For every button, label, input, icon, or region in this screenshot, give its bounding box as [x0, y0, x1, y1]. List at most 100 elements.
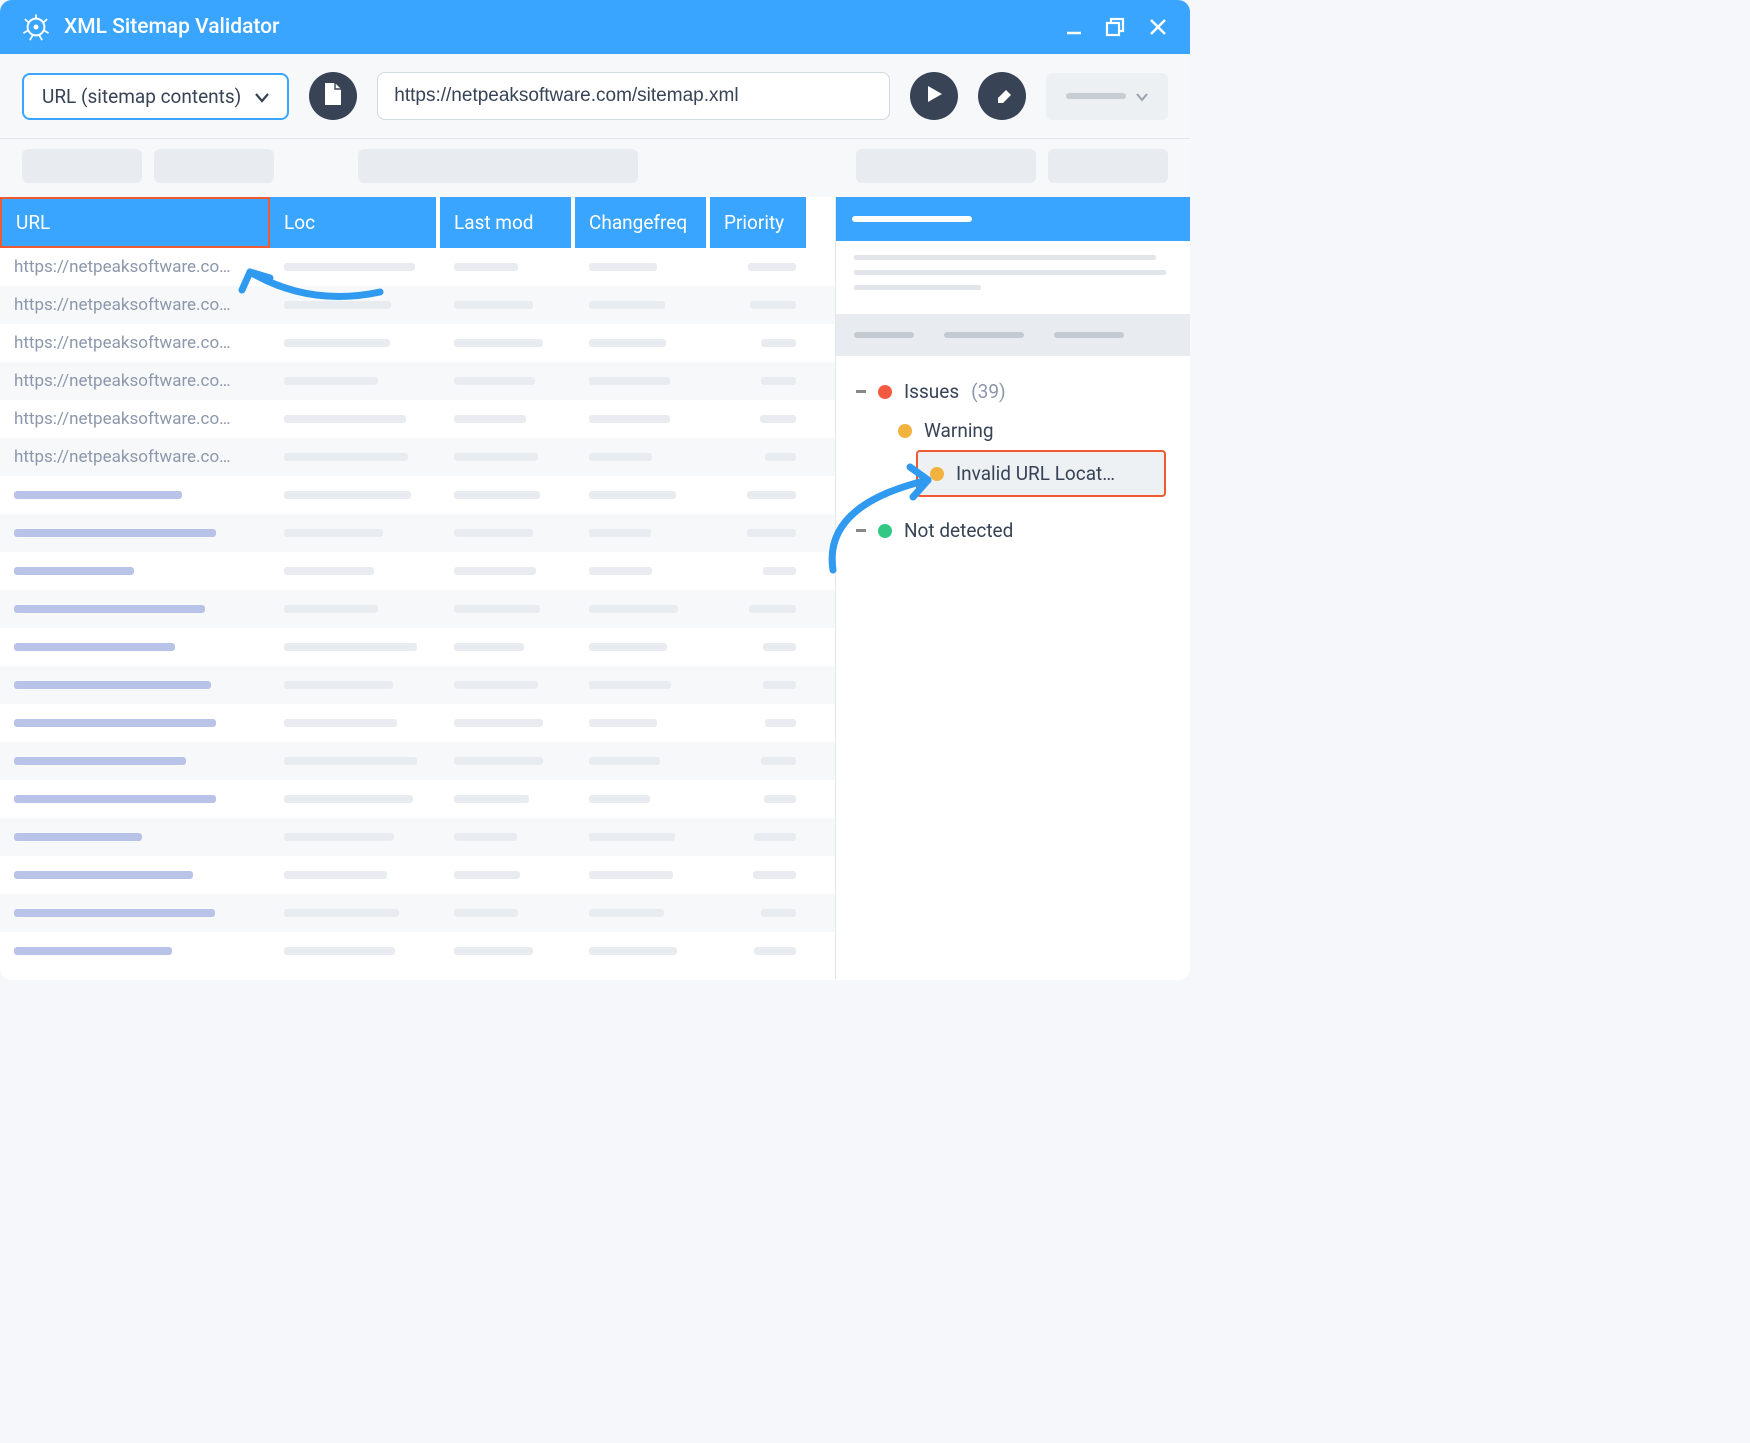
table-row[interactable]: [0, 476, 835, 514]
table-row[interactable]: https://netpeaksoftware.co…: [0, 248, 835, 286]
cell-url: https://netpeaksoftware.co…: [0, 371, 270, 391]
cell-changefreq: [575, 491, 710, 499]
table-row[interactable]: https://netpeaksoftware.co…: [0, 362, 835, 400]
issues-label: Issues: [904, 380, 959, 403]
sidebar-description: [836, 241, 1190, 314]
title-bar: XML Sitemap Validator: [0, 0, 1190, 54]
cell-url: [0, 681, 270, 689]
sidebar-tab[interactable]: [854, 332, 914, 338]
cell-loc: [270, 681, 440, 689]
cell-changefreq: [575, 719, 710, 727]
column-header-url[interactable]: URL: [0, 197, 270, 248]
placeholder-bar: [854, 270, 1166, 275]
cell-changefreq: [575, 605, 710, 613]
minimize-icon[interactable]: [1062, 15, 1086, 39]
mode-select-label: URL (sitemap contents): [42, 85, 241, 108]
cell-loc: [270, 415, 440, 423]
cell-priority: [710, 301, 810, 309]
cell-loc: [270, 795, 440, 803]
cell-url: https://netpeaksoftware.co…: [0, 257, 270, 277]
table-row[interactable]: https://netpeaksoftware.co…: [0, 324, 835, 362]
cell-lastmod: [440, 491, 575, 499]
table-row[interactable]: [0, 818, 835, 856]
table-row[interactable]: https://netpeaksoftware.co…: [0, 438, 835, 476]
cell-lastmod: [440, 833, 575, 841]
export-button[interactable]: [1046, 73, 1168, 120]
column-header-changefreq[interactable]: Changefreq: [575, 197, 710, 248]
table-row[interactable]: [0, 894, 835, 932]
table-row[interactable]: [0, 742, 835, 780]
cell-loc: [270, 339, 440, 347]
start-button[interactable]: [910, 72, 958, 120]
column-header-lastmod[interactable]: Last mod: [440, 197, 575, 248]
table-row[interactable]: [0, 666, 835, 704]
app-title: XML Sitemap Validator: [64, 15, 1062, 39]
filter-chip[interactable]: [1048, 149, 1168, 183]
sidebar-tab[interactable]: [944, 332, 1024, 338]
table-row[interactable]: [0, 590, 835, 628]
cell-priority: [710, 529, 810, 537]
column-header-loc[interactable]: Loc: [270, 197, 440, 248]
table-row[interactable]: [0, 514, 835, 552]
cell-url: [0, 757, 270, 765]
cell-lastmod: [440, 605, 575, 613]
not-detected-label: Not detected: [904, 519, 1013, 542]
cell-changefreq: [575, 263, 710, 271]
ok-dot-icon: [878, 524, 892, 538]
issues-tree: Issues (39) Warning Invalid URL Locat… N…: [836, 356, 1190, 566]
mode-select[interactable]: URL (sitemap contents): [22, 73, 289, 120]
table-row[interactable]: [0, 704, 835, 742]
cell-lastmod: [440, 719, 575, 727]
tree-node-not-detected[interactable]: Not detected: [846, 511, 1180, 550]
cell-lastmod: [440, 795, 575, 803]
table-row[interactable]: [0, 932, 835, 970]
cell-url: [0, 567, 270, 575]
table-row[interactable]: [0, 780, 835, 818]
main-toolbar: URL (sitemap contents): [0, 54, 1190, 139]
sidebar-tab[interactable]: [1054, 332, 1124, 338]
cell-url: [0, 529, 270, 537]
table-header: URL Loc Last mod Changefreq Priority: [0, 197, 835, 248]
cell-lastmod: [440, 643, 575, 651]
close-icon[interactable]: [1146, 15, 1170, 39]
sidebar-header: [836, 197, 1190, 241]
warning-dot-icon: [898, 424, 912, 438]
play-icon: [924, 84, 944, 108]
filter-chip[interactable]: [154, 149, 274, 183]
tree-leaf-invalid-url[interactable]: Invalid URL Locat…: [916, 450, 1166, 497]
filter-chip[interactable]: [22, 149, 142, 183]
tree-node-warning[interactable]: Warning: [846, 411, 1180, 450]
filter-chip[interactable]: [856, 149, 1036, 183]
maximize-icon[interactable]: [1104, 15, 1128, 39]
clear-button[interactable]: [978, 72, 1026, 120]
cell-priority: [710, 909, 810, 917]
tree-node-issues[interactable]: Issues (39): [846, 372, 1180, 411]
table-row[interactable]: [0, 552, 835, 590]
cell-lastmod: [440, 453, 575, 461]
issues-sidebar: Issues (39) Warning Invalid URL Locat… N…: [835, 197, 1190, 979]
table-row[interactable]: https://netpeaksoftware.co…: [0, 400, 835, 438]
cell-url: [0, 871, 270, 879]
placeholder-bar: [854, 285, 981, 290]
cell-priority: [710, 377, 810, 385]
placeholder-bar: [852, 216, 972, 222]
cell-changefreq: [575, 415, 710, 423]
table-row[interactable]: [0, 856, 835, 894]
table-row[interactable]: https://netpeaksoftware.co…: [0, 286, 835, 324]
column-header-priority[interactable]: Priority: [710, 197, 810, 248]
cell-loc: [270, 453, 440, 461]
table-row[interactable]: [0, 628, 835, 666]
collapse-icon: [856, 390, 866, 393]
cell-priority: [710, 643, 810, 651]
cell-url: [0, 909, 270, 917]
cell-url: [0, 833, 270, 841]
filter-chip[interactable]: [358, 149, 638, 183]
cell-priority: [710, 491, 810, 499]
cell-changefreq: [575, 681, 710, 689]
file-button[interactable]: [309, 72, 357, 120]
window-controls: [1062, 15, 1170, 39]
cell-url: https://netpeaksoftware.co…: [0, 333, 270, 353]
results-table: URL Loc Last mod Changefreq Priority htt…: [0, 197, 835, 979]
cell-changefreq: [575, 453, 710, 461]
url-input[interactable]: [394, 85, 873, 107]
